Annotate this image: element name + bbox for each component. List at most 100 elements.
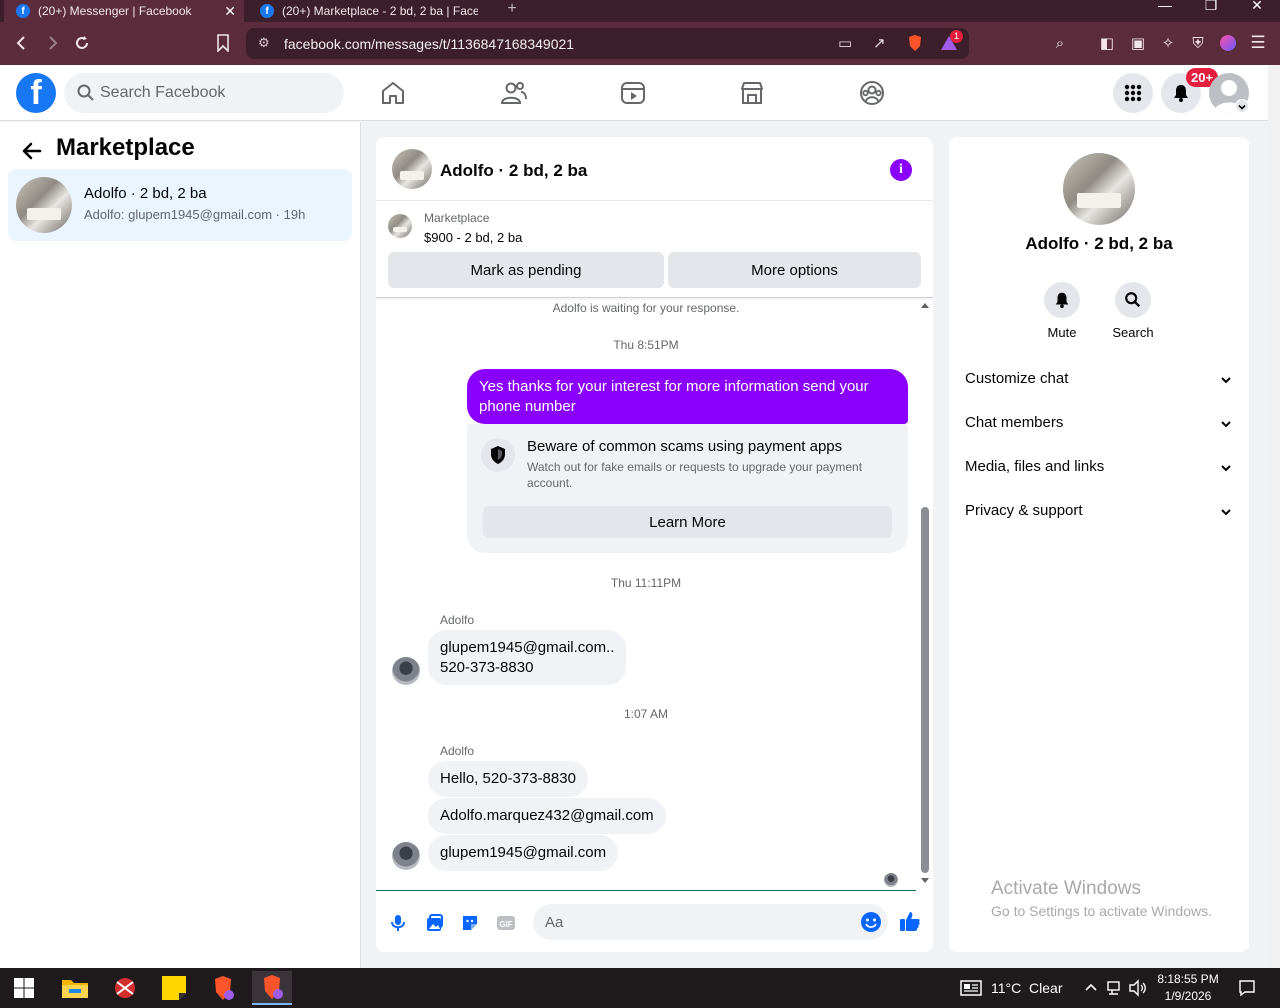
vpn-shield-icon[interactable]: ⛨: [1185, 30, 1211, 56]
mute-button[interactable]: Mute: [1026, 282, 1098, 340]
groups-icon[interactable]: [856, 77, 888, 109]
brave-browser-app[interactable]: [203, 971, 243, 1005]
weather-text[interactable]: 11°C Clear: [991, 980, 1062, 996]
network-icon[interactable]: [1106, 979, 1124, 997]
privacy-support-section[interactable]: Privacy & support: [965, 502, 1233, 524]
emoji-icon[interactable]: [860, 911, 882, 933]
news-widget-icon[interactable]: [960, 980, 982, 996]
home-icon[interactable]: [377, 77, 409, 109]
browser-toolbar: ⚙ facebook.com/messages/t/11368471683490…: [0, 22, 1280, 65]
leo-ai-icon[interactable]: ✧: [1155, 30, 1181, 56]
search-input[interactable]: [100, 73, 330, 113]
url-text: facebook.com/messages/t/1136847168349021: [284, 36, 575, 52]
outgoing-message[interactable]: Yes thanks for your interest for more in…: [467, 369, 908, 424]
maximize-button[interactable]: ❐: [1188, 0, 1234, 12]
chevron-down-icon: [1221, 509, 1231, 516]
profile-icon[interactable]: [1215, 30, 1241, 56]
forward-button[interactable]: [39, 30, 65, 56]
message-input[interactable]: [533, 904, 888, 940]
new-tab-button[interactable]: +: [500, 0, 524, 22]
reload-button[interactable]: [69, 30, 95, 56]
incoming-message[interactable]: glupem1945@gmail.com.. 520-373-8830: [428, 630, 627, 685]
mute-label: Mute: [1047, 325, 1077, 340]
facebook-logo[interactable]: f: [16, 73, 56, 113]
facebook-search[interactable]: [64, 73, 344, 113]
media-files-links-section[interactable]: Media, files and links: [965, 458, 1233, 480]
sticky-note-icon: [162, 976, 186, 1000]
customize-chat-section[interactable]: Customize chat: [965, 370, 1233, 392]
back-button[interactable]: [9, 30, 35, 56]
incoming-message[interactable]: Hello, 520-373-8830: [428, 761, 588, 797]
notification-center-icon[interactable]: [1238, 979, 1256, 997]
snipping-tool-app[interactable]: [105, 971, 145, 1005]
message-composer: GIF: [376, 891, 933, 952]
show-hidden-icons-icon[interactable]: [1084, 982, 1098, 992]
friends-icon[interactable]: [497, 77, 529, 109]
scam-warning-body: Watch out for fake emails or requests to…: [527, 460, 863, 490]
incoming-message[interactable]: Adolfo.marquez432@gmail.com: [428, 798, 666, 834]
account-chevron-icon[interactable]: [1235, 99, 1249, 113]
scroll-up-icon[interactable]: [920, 301, 930, 309]
chat-title[interactable]: Adolfo · 2 bd, 2 ba: [440, 161, 587, 181]
listing-price[interactable]: $900 - 2 bd, 2 ba: [424, 230, 522, 245]
sender-avatar[interactable]: [392, 657, 420, 685]
browser-tab-messenger[interactable]: f (20+) Messenger | Facebook ✕: [4, 0, 244, 22]
back-arrow-icon[interactable]: [20, 139, 44, 163]
section-label: Customize chat: [965, 370, 1069, 387]
scroll-down-icon[interactable]: [920, 877, 930, 885]
learn-more-button[interactable]: Learn More: [483, 506, 892, 538]
system-clock[interactable]: 8:18:55 PM 1/9/2026: [1150, 971, 1226, 1005]
gif-icon[interactable]: GIF: [496, 913, 516, 933]
share-icon[interactable]: ↗: [873, 34, 886, 52]
shield-icon: [481, 438, 515, 472]
window-close-button[interactable]: ✕: [1234, 0, 1280, 12]
thumbs-up-icon[interactable]: [899, 910, 921, 932]
bookmark-button[interactable]: [210, 30, 236, 56]
chat-window: Adolfo · 2 bd, 2 ba i Marketplace $900 -…: [376, 137, 933, 952]
scam-warning-card: Beware of common scams using payment app…: [467, 424, 908, 553]
wallet-icon[interactable]: ▣: [1125, 30, 1151, 56]
more-options-button[interactable]: More options: [668, 252, 921, 288]
brave-shields-icon[interactable]: [906, 34, 924, 52]
menu-grid-button[interactable]: [1113, 73, 1153, 113]
chat-members-section[interactable]: Chat members: [965, 414, 1233, 436]
tab-close-icon[interactable]: ✕: [224, 3, 236, 20]
chat-scrollbar[interactable]: [918, 299, 930, 889]
scrollbar-thumb[interactable]: [921, 507, 929, 873]
listing-thumbnail[interactable]: [388, 214, 412, 238]
reload-icon: [76, 36, 88, 49]
search-in-conversation-button[interactable]: Search: [1097, 282, 1169, 340]
sticker-icon[interactable]: [460, 913, 480, 933]
chat-header-thumbnail[interactable]: [392, 149, 432, 189]
listing-photo[interactable]: [1063, 153, 1135, 225]
cast-icon[interactable]: ▭: [838, 34, 852, 52]
mark-as-pending-button[interactable]: Mark as pending: [388, 252, 664, 288]
page-scrollbar[interactable]: [1268, 65, 1280, 968]
conversation-item[interactable]: Adolfo · 2 bd, 2 ba Adolfo: glupem1945@g…: [8, 169, 352, 241]
panel-title: Marketplace: [56, 134, 195, 161]
incoming-message[interactable]: glupem1945@gmail.com: [428, 835, 619, 871]
browser-tab-marketplace[interactable]: f (20+) Marketplace - 2 bd, 2 ba | Facel: [248, 0, 488, 22]
brave-browser-active-app[interactable]: [252, 971, 292, 1005]
search-page-icon[interactable]: ⌕: [1047, 30, 1073, 56]
microphone-icon[interactable]: [388, 913, 408, 933]
video-icon[interactable]: [617, 77, 649, 109]
sidebar-toggle-icon[interactable]: ◧: [1094, 30, 1120, 56]
browser-tab-strip: f (20+) Messenger | Facebook ✕ f (20+) M…: [0, 0, 1280, 22]
marketplace-icon[interactable]: [736, 77, 768, 109]
file-explorer-app[interactable]: [55, 971, 95, 1005]
volume-icon[interactable]: [1128, 979, 1148, 997]
facebook-header: f 20+: [0, 65, 1268, 121]
chat-header: Adolfo · 2 bd, 2 ba i: [376, 137, 933, 201]
menu-icon[interactable]: ☰: [1245, 30, 1271, 56]
photo-icon[interactable]: [424, 913, 444, 933]
waiting-notice: Adolfo is waiting for your response.: [552, 301, 740, 315]
sender-avatar[interactable]: [392, 842, 420, 870]
conversation-info-icon[interactable]: i: [890, 159, 912, 181]
start-button[interactable]: [4, 971, 44, 1005]
sticky-notes-app[interactable]: [154, 971, 194, 1005]
minimize-button[interactable]: —: [1142, 0, 1188, 12]
seen-receipt-avatar: [884, 873, 898, 887]
address-bar[interactable]: ⚙ facebook.com/messages/t/11368471683490…: [246, 28, 969, 59]
site-info-icon[interactable]: ⚙: [258, 35, 270, 51]
